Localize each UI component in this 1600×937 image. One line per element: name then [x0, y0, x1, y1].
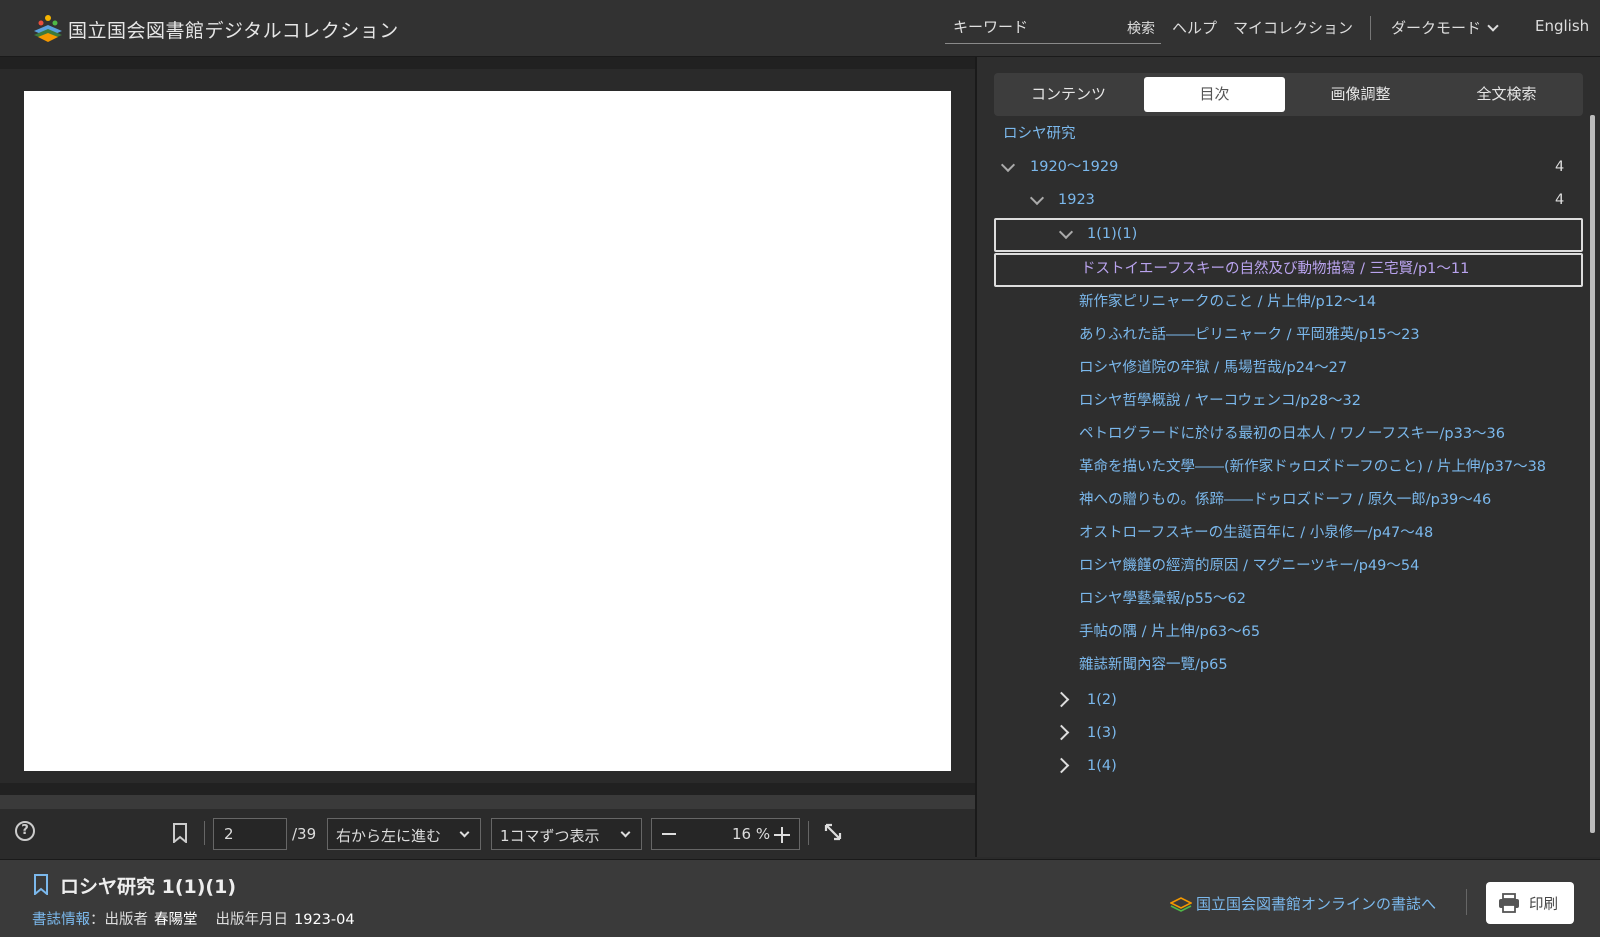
toc-article[interactable]: ありふれた話――ピリニャーク / 平岡雅英/p15～23 [1079, 319, 1420, 352]
panel-tabs: コンテンツ 目次 画像調整 全文検索 [994, 73, 1583, 116]
toc-article[interactable]: ドストイエーフスキーの自然及び動物描寫 / 三宅賢/p1～11 [1081, 253, 1469, 286]
search-button[interactable]: 検索 [1127, 18, 1155, 38]
chevron-down-icon [459, 827, 470, 838]
page-total: /39 [292, 825, 317, 843]
toolbar-divider [808, 821, 809, 845]
toc-article[interactable]: ペトログラードに於ける最初の日本人 / ワノーフスキー/p33～36 [1079, 418, 1505, 451]
search-input[interactable] [945, 12, 1125, 42]
bookmark-icon[interactable] [172, 823, 188, 843]
toc-article[interactable]: ロシヤ修道院の牢獄 / 馬場哲哉/p24～27 [1079, 352, 1347, 385]
toc-issue[interactable]: 1(3) [1087, 717, 1117, 750]
print-button[interactable]: 印刷 [1486, 882, 1574, 924]
toc-year-label[interactable]: 1923 [1058, 184, 1095, 217]
print-label: 印刷 [1529, 897, 1558, 913]
help-link[interactable]: ヘルプ [1172, 17, 1217, 38]
toc-article[interactable]: ロシヤ饑饉の經濟的原因 / マグニーツキー/p49～54 [1079, 550, 1419, 583]
zoom-out-button[interactable] [662, 833, 676, 835]
tab-toc[interactable]: 目次 [1144, 77, 1285, 112]
footer: ロシヤ研究 1(1)(1) 書誌情報：出版者 春陽堂 出版年月日 1923-04 国立… [0, 859, 1600, 937]
dark-mode-toggle[interactable]: ダークモード [1391, 17, 1499, 38]
direction-select[interactable]: 右から左に進む [327, 818, 481, 850]
date-label: 出版年月日 [215, 912, 289, 928]
toc-issue[interactable]: 1(2) [1087, 684, 1117, 717]
toc-article[interactable]: 神への贈りもの。係蹄――ドゥロズドーフ / 原久一郎/p39～46 [1079, 484, 1491, 517]
toc-root[interactable]: ロシヤ研究 [1003, 118, 1076, 151]
toc-issue[interactable]: 1(4) [1087, 750, 1117, 783]
date-value: 1923-04 [294, 912, 355, 928]
toc-decade[interactable]: 1920～1929 [1030, 151, 1118, 184]
toc-decade-count: 4 [1555, 159, 1565, 175]
toc-article[interactable]: ロシヤ學藝彙報/p55～62 [1079, 583, 1246, 616]
toc-article[interactable]: 革命を描いた文學――(新作家ドゥロズドーフのこと) / 片上伸/p37～38 [1079, 451, 1546, 484]
publisher-value: 春陽堂 [154, 912, 198, 928]
page-number-input[interactable] [213, 818, 287, 850]
toc-article[interactable]: 雜誌新聞內容一覽/p65 [1079, 649, 1228, 682]
tab-image-adjust[interactable]: 画像調整 [1290, 77, 1431, 112]
app-title[interactable]: 国立国会図書館デジタルコレクション [68, 16, 399, 43]
zoom-in-button[interactable] [774, 827, 790, 843]
printer-icon [1499, 893, 1519, 913]
toc-selected-issue-frame [994, 218, 1583, 252]
toc-article[interactable]: 手帖の隅 / 片上伸/p63～65 [1079, 616, 1260, 649]
publisher-label: ：出版者 [90, 912, 148, 928]
fullscreen-icon[interactable] [824, 823, 842, 841]
toc-scrollbar[interactable] [1590, 115, 1595, 833]
ndl-online-link[interactable]: 国立国会図書館オンラインの書誌へ [1196, 893, 1436, 914]
help-icon[interactable]: ? [15, 821, 35, 841]
tab-fulltext-search[interactable]: 全文検索 [1436, 77, 1577, 112]
toc-issue[interactable]: 1(1)(1) [1087, 218, 1137, 251]
chevron-down-icon [620, 827, 631, 838]
bibliographic-info: 書誌情報：出版者 春陽堂 出版年月日 1923-04 [32, 908, 373, 929]
toc-article[interactable]: オストローフスキーの生誕百年に / 小泉修一/p47～48 [1079, 517, 1433, 550]
bib-info-link[interactable]: 書誌情報 [32, 912, 90, 928]
viewer-toolbar: ? /39 右から左に進む 1コマずつ表示 16 % [0, 809, 975, 859]
bookmark-icon[interactable] [33, 874, 49, 895]
toc-article[interactable]: ロシヤ哲學概說 / ヤーコウェンコ/p28～32 [1079, 385, 1361, 418]
tab-contents[interactable]: コンテンツ [998, 77, 1139, 112]
chevron-down-icon [1487, 20, 1499, 32]
library-icon [1170, 897, 1192, 912]
header-divider [1370, 16, 1371, 40]
toc-article[interactable]: 新作家ピリニャークのこと / 片上伸/p12～14 [1079, 286, 1376, 319]
header: 国立国会図書館デジタルコレクション 検索 ヘルプ マイコレクション ダークモード… [0, 0, 1600, 57]
display-mode-value: 1コマずつ表示 [500, 827, 600, 845]
display-mode-select[interactable]: 1コマずつ表示 [491, 818, 642, 850]
document-title: ロシヤ研究 1(1)(1) [60, 876, 237, 898]
my-collection-link[interactable]: マイコレクション [1233, 17, 1353, 38]
zoom-control: 16 % [651, 818, 800, 850]
page-image[interactable] [24, 91, 951, 771]
dark-mode-label: ダークモード [1391, 19, 1482, 37]
footer-divider [1466, 889, 1467, 915]
zoom-value: 16 % [732, 825, 771, 843]
toc-year-count: 4 [1555, 192, 1565, 208]
viewer-scroll-strip[interactable] [0, 795, 975, 809]
toolbar-divider [204, 821, 205, 845]
logo-icon[interactable] [32, 13, 64, 43]
direction-select-value: 右から左に進む [336, 827, 442, 845]
language-link[interactable]: English [1535, 17, 1589, 35]
